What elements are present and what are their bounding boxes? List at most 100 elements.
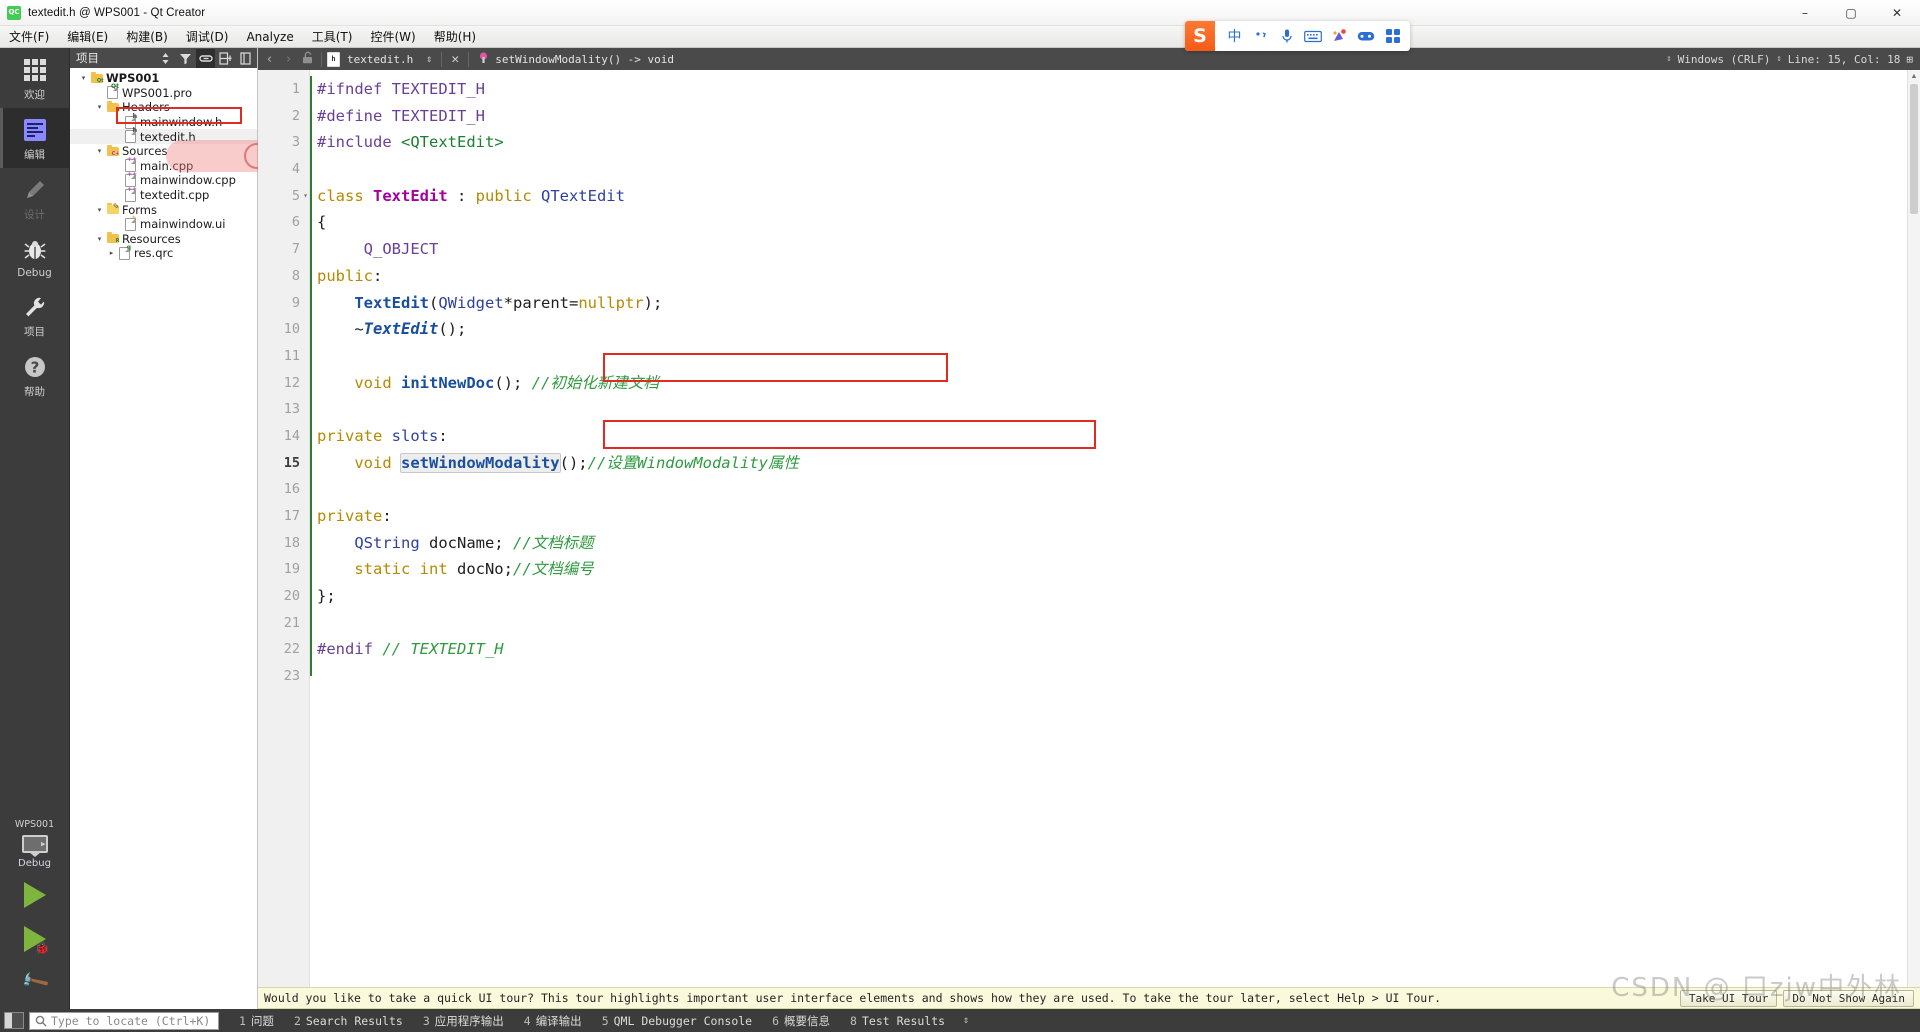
code-line-7[interactable]: Q_OBJECT — [310, 236, 1920, 263]
editor-vertical-scrollbar[interactable]: ▲ — [1907, 70, 1920, 987]
menu-edit[interactable]: 编辑(E) — [58, 26, 117, 48]
ime-skin-icon[interactable] — [1331, 25, 1348, 47]
navigate-back-icon[interactable]: ‹ — [261, 52, 278, 67]
chevron-down-icon[interactable]: ▾ — [78, 74, 89, 82]
unlock-icon[interactable] — [299, 51, 316, 67]
chevron-down-icon[interactable]: ▾ — [94, 235, 105, 243]
sogou-logo-icon[interactable]: S — [1185, 21, 1215, 51]
tree-node-resources[interactable]: ▾ R Resources — [70, 232, 257, 247]
code-line-6[interactable]: { — [310, 209, 1920, 236]
code-text[interactable]: #ifndef TEXTEDIT_H#define TEXTEDIT_H#inc… — [310, 70, 1920, 987]
maximize-button[interactable]: ▢ — [1828, 0, 1874, 26]
code-editor[interactable]: 1 2 3 4 5▾ 6 7 8 9 10 11 12 13 14 15 16 — [258, 70, 1920, 987]
scrollbar-thumb[interactable] — [1910, 84, 1918, 214]
tree-node-mainwindow-cpp[interactable]: ++ mainwindow.cpp — [70, 173, 257, 188]
ime-apps-icon[interactable] — [1384, 25, 1401, 47]
ime-keyboard-icon[interactable] — [1304, 25, 1322, 47]
code-line-9[interactable]: TextEdit(QWidget*parent=nullptr); — [310, 290, 1920, 317]
tree-node-textedit-cpp[interactable]: ++ textedit.cpp — [70, 188, 257, 203]
chevron-down-icon[interactable]: ▾ — [94, 103, 105, 111]
tree-node-headers[interactable]: ▾ h Headers — [70, 100, 257, 115]
mode-debug[interactable]: Debug — [0, 228, 69, 285]
line-ending-updown-icon[interactable]: ⇕ — [1666, 54, 1671, 64]
tree-node-textedit-h[interactable]: h textedit.h — [70, 129, 257, 144]
project-tree[interactable]: ▾ Qt WPS001 Qt WPS001.pro ▾ h Headers h — [70, 68, 257, 1009]
menu-window[interactable]: 控件(W) — [361, 26, 424, 48]
tree-node-main-cpp[interactable]: ++ main.cpp — [70, 159, 257, 174]
mode-edit[interactable]: 编辑 — [0, 108, 69, 168]
code-line-1[interactable]: #ifndef TEXTEDIT_H — [310, 76, 1920, 103]
line-ending-selector[interactable]: Windows (CRLF) — [1678, 53, 1771, 66]
close-pane-icon[interactable] — [236, 49, 255, 68]
tree-node-wps001[interactable]: ▾ Qt WPS001 — [70, 71, 257, 86]
code-line-18[interactable]: QString docName; //文档标题 — [310, 530, 1920, 557]
code-line-11[interactable] — [310, 343, 1920, 370]
menu-tools[interactable]: 工具(T) — [303, 26, 362, 48]
filter-icon[interactable] — [176, 49, 195, 68]
code-line-20[interactable]: }; — [310, 583, 1920, 610]
code-line-21[interactable] — [310, 610, 1920, 637]
code-line-8[interactable]: public: — [310, 263, 1920, 290]
sidebar-toggle-icon[interactable] — [4, 1012, 24, 1029]
code-line-17[interactable]: private: — [310, 503, 1920, 530]
tree-node-forms[interactable]: ▾ Forms — [70, 202, 257, 217]
code-line-13[interactable] — [310, 396, 1920, 423]
code-line-23[interactable] — [310, 663, 1920, 690]
mode-projects[interactable]: 项目 — [0, 285, 69, 345]
output-pane-issues[interactable]: 1 问题 — [229, 1009, 284, 1032]
document-list-icon[interactable]: ⇕ — [422, 54, 436, 65]
code-line-14[interactable]: private slots: — [310, 423, 1920, 450]
scroll-up-icon[interactable]: ▲ — [1908, 70, 1920, 83]
cursor-updown-icon[interactable]: ⇕ — [1776, 54, 1781, 64]
mode-design[interactable]: 设计 — [0, 168, 69, 228]
code-line-16[interactable] — [310, 476, 1920, 503]
mode-help[interactable]: ? 帮助 — [0, 345, 69, 405]
current-symbol[interactable]: setWindowModality() -> void — [495, 53, 674, 66]
code-line-19[interactable]: static int docNo;//文档编号 — [310, 556, 1920, 583]
output-pane-application-output[interactable]: 3 应用程序输出 — [413, 1009, 514, 1032]
code-line-10[interactable]: ~TextEdit(); — [310, 316, 1920, 343]
output-pane-general-messages[interactable]: 6 概要信息 — [762, 1009, 840, 1032]
locator-input[interactable]: Type to locate (Ctrl+K) — [29, 1012, 219, 1030]
code-line-22[interactable]: #endif // TEXTEDIT_H — [310, 636, 1920, 663]
output-pane-test-results[interactable]: 8 Test Results — [840, 1009, 955, 1032]
code-line-2[interactable]: #define TEXTEDIT_H — [310, 103, 1920, 130]
output-pane-expand-icon[interactable]: ⇕ — [955, 1015, 977, 1026]
run-button[interactable] — [0, 873, 69, 917]
menu-analyze[interactable]: Analyze — [237, 26, 302, 48]
tree-node-mainwindow-h[interactable]: h mainwindow.h — [70, 115, 257, 130]
start-debugging-button[interactable]: 🐞 — [0, 917, 69, 961]
mode-welcome[interactable]: 欢迎 — [0, 48, 69, 108]
tree-node-res-qrc[interactable]: ▸ q res.qrc — [70, 246, 257, 261]
ime-language-icon[interactable]: 中 — [1226, 25, 1243, 47]
minimize-button[interactable]: – — [1782, 0, 1828, 26]
split-icon[interactable] — [216, 49, 235, 68]
tree-node-wps001-pro[interactable]: Qt WPS001.pro — [70, 86, 257, 101]
ime-punctuation-icon[interactable] — [1252, 25, 1269, 47]
link-with-editor-icon[interactable] — [196, 49, 215, 68]
menu-help[interactable]: 帮助(H) — [425, 26, 485, 48]
ime-microphone-icon[interactable] — [1278, 25, 1295, 47]
close-document-icon[interactable]: ✕ — [447, 52, 463, 67]
chevron-down-icon[interactable]: ▾ — [94, 206, 105, 214]
menu-debug[interactable]: 调试(D) — [177, 26, 238, 48]
output-pane-qml-debugger-console[interactable]: 5 QML Debugger Console — [592, 1009, 762, 1032]
code-line-5[interactable]: class TextEdit : public QTextEdit — [310, 183, 1920, 210]
take-ui-tour-button[interactable]: Take UI Tour — [1680, 990, 1777, 1007]
sort-toggle-icon[interactable] — [156, 49, 175, 68]
split-editor-icon[interactable]: ⊞ — [1906, 53, 1913, 66]
code-line-15[interactable]: void setWindowModality();//设置WindowModal… — [310, 450, 1920, 477]
output-pane-compile-output[interactable]: 4 编译输出 — [514, 1009, 592, 1032]
navigate-forward-icon[interactable]: › — [280, 52, 297, 67]
kit-selector[interactable]: WPS001 ▸ Debug — [0, 813, 69, 873]
tree-node-mainwindow-ui[interactable]: ✎ mainwindow.ui — [70, 217, 257, 232]
fold-marker-icon[interactable]: ▾ — [303, 183, 308, 210]
ime-game-icon[interactable] — [1357, 25, 1375, 47]
close-button[interactable]: ✕ — [1874, 0, 1920, 26]
code-line-12[interactable]: void initNewDoc(); //初始化新建文档 — [310, 370, 1920, 397]
code-line-4[interactable] — [310, 156, 1920, 183]
tree-node-sources[interactable]: ▾ C+ Sources — [70, 144, 257, 159]
do-not-show-again-button[interactable]: Do Not Show Again — [1783, 990, 1914, 1007]
build-button[interactable]: 🔨 — [0, 961, 69, 1003]
code-line-3[interactable]: #include <QTextEdit> — [310, 129, 1920, 156]
